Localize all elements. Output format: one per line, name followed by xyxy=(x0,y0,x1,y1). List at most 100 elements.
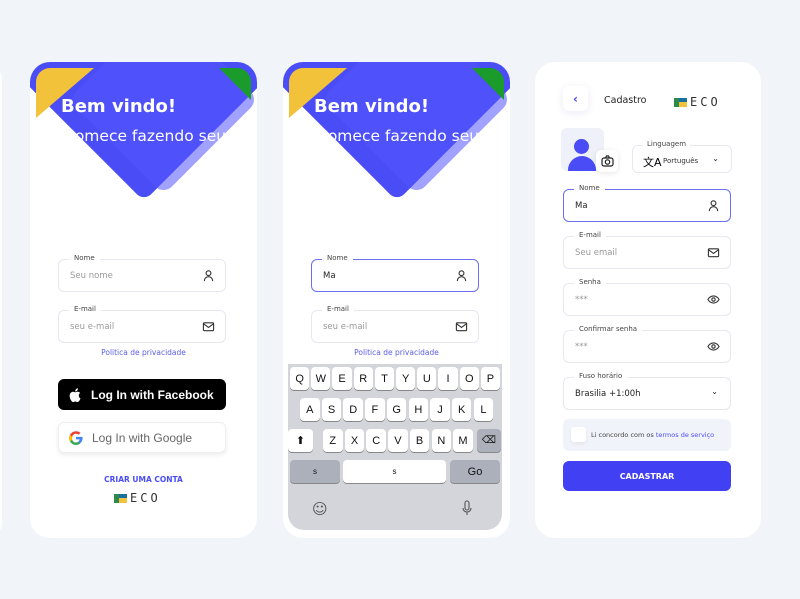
left-key[interactable]: s xyxy=(290,460,340,483)
confirm-password-label: Confirmar senha xyxy=(574,325,643,333)
chevron-down-icon: ⌄ xyxy=(712,154,719,163)
key-j[interactable]: J xyxy=(430,398,450,421)
key-x[interactable]: X xyxy=(344,429,365,452)
key-c[interactable]: C xyxy=(366,429,386,452)
password-field[interactable]: Senha *** xyxy=(563,278,731,316)
key-f[interactable]: F xyxy=(365,398,385,421)
mail-icon xyxy=(202,322,215,332)
terms-text: Li concordo com os xyxy=(591,431,656,439)
name-label: Nome xyxy=(322,254,353,262)
language-label: Linguagem xyxy=(643,140,691,148)
key-w[interactable]: W xyxy=(311,367,331,390)
space-key[interactable]: s xyxy=(343,460,446,483)
name-field[interactable]: Nome Ma xyxy=(311,254,479,292)
key-e[interactable]: E xyxy=(332,367,352,390)
email-label: E-mail xyxy=(69,305,101,313)
password-label: Senha xyxy=(574,278,606,286)
key-i[interactable]: I xyxy=(438,367,458,390)
user-icon xyxy=(203,270,214,282)
hero-banner: Bem vindo! Comece fazendo seu login xyxy=(283,62,510,242)
privacy-link[interactable]: Politica de privacidade xyxy=(30,348,257,357)
key-g[interactable]: G xyxy=(386,398,407,421)
welcome-subtitle: Comece fazendo seu login xyxy=(317,127,480,169)
name-label: Nome xyxy=(69,254,100,262)
name-field[interactable]: Nome Ma xyxy=(563,184,731,222)
facebook-login-label: Log In with Facebook xyxy=(91,387,214,402)
welcome-title: Bem vindo! xyxy=(61,96,177,117)
key-l[interactable]: L xyxy=(473,398,494,421)
key-s[interactable]: S xyxy=(321,398,342,421)
language-value: Português xyxy=(663,157,699,165)
name-value: Ma xyxy=(575,201,588,211)
name-label: Nome xyxy=(574,184,605,192)
key-k[interactable]: K xyxy=(451,398,472,421)
page-title: Cadastro xyxy=(604,95,647,106)
language-select[interactable]: Linguagem 文A Português ⌄ xyxy=(632,140,732,173)
email-field[interactable]: E-mail seu e-mail xyxy=(311,305,479,343)
key-r[interactable]: R xyxy=(353,367,373,390)
chevron-down-icon: ⌄ xyxy=(711,387,718,396)
submit-button[interactable]: CADASTRAR xyxy=(563,461,731,491)
apple-icon xyxy=(68,387,82,402)
user-icon xyxy=(456,270,467,282)
mail-icon xyxy=(455,322,468,332)
welcome-title: Bem vindo! xyxy=(314,96,430,117)
microphone-icon[interactable] xyxy=(462,500,472,516)
virtual-keyboard: ⬆ ⌫ s s Go ☺ QWERTYUIOP ASDFGHJKL ZXCVBNM xyxy=(288,364,502,530)
welcome-subtitle: Comece fazendo seu login xyxy=(64,127,227,169)
key-u[interactable]: U xyxy=(417,367,437,390)
email-placeholder: seu e-mail xyxy=(323,322,368,332)
email-field[interactable]: E-mail Seu email xyxy=(563,231,731,269)
key-q[interactable]: Q xyxy=(290,367,310,390)
terms-link[interactable]: termos de serviço xyxy=(656,431,714,439)
folder-icon xyxy=(114,493,127,503)
key-p[interactable]: P xyxy=(480,367,501,390)
signup-screen: ‹ Cadastro ECO Linguagem 文A Português ⌄ … xyxy=(535,62,761,538)
camera-icon xyxy=(600,155,614,167)
eco-logo: ECO xyxy=(114,491,161,505)
eco-logo: ECO xyxy=(674,95,721,109)
key-a[interactable]: A xyxy=(300,398,320,421)
timezone-select[interactable]: Fuso horário Brasilia +1:00h ⌄ xyxy=(563,372,731,410)
upload-photo-button[interactable] xyxy=(596,150,618,172)
key-b[interactable]: B xyxy=(409,429,430,452)
name-value: Ma xyxy=(323,271,336,281)
terms-row: Li concordo com os termos de serviço xyxy=(563,419,731,451)
folder-icon xyxy=(674,97,687,107)
backspace-icon: ⌫ xyxy=(481,435,497,446)
key-n[interactable]: N xyxy=(431,429,452,452)
key-o[interactable]: O xyxy=(459,367,479,390)
emoji-icon[interactable]: ☺ xyxy=(312,500,328,518)
email-label: E-mail xyxy=(322,305,354,313)
key-y[interactable]: Y xyxy=(396,367,416,390)
key-z[interactable]: Z xyxy=(323,429,343,452)
key-h[interactable]: H xyxy=(408,398,429,421)
key-v[interactable]: V xyxy=(388,429,408,452)
chevron-left-icon: ‹ xyxy=(573,91,578,106)
email-placeholder: seu e-mail xyxy=(70,322,115,332)
privacy-link[interactable]: Politica de privacidade xyxy=(283,348,510,357)
key-d[interactable]: D xyxy=(343,398,363,421)
confirm-password-value: *** xyxy=(575,342,588,352)
user-icon xyxy=(708,200,719,212)
go-key[interactable]: Go xyxy=(450,460,500,483)
create-account-link[interactable]: CRIAR UMA CONTA xyxy=(30,475,257,484)
facebook-login-button[interactable]: Log In with Facebook xyxy=(58,379,226,410)
backspace-key[interactable]: ⌫ xyxy=(477,429,501,452)
translate-icon: 文A xyxy=(643,156,662,169)
key-t[interactable]: T xyxy=(374,367,395,390)
eye-icon[interactable] xyxy=(707,293,720,306)
eye-icon[interactable] xyxy=(707,340,720,353)
login-typing-screen: Bem vindo! Comece fazendo seu login Nome… xyxy=(283,62,510,538)
timezone-value: Brasilia +1:00h xyxy=(575,389,641,399)
key-m[interactable]: M xyxy=(453,429,473,452)
google-login-button[interactable]: Log In with Google xyxy=(58,422,226,453)
name-field[interactable]: Nome Seu nome xyxy=(58,254,226,292)
confirm-password-field[interactable]: Confirmar senha *** xyxy=(563,325,731,363)
email-placeholder: Seu email xyxy=(575,248,618,258)
email-field[interactable]: E-mail seu e-mail xyxy=(58,305,226,343)
shift-key[interactable]: ⬆ xyxy=(288,429,313,452)
terms-checkbox[interactable] xyxy=(571,427,586,442)
password-value: *** xyxy=(575,295,588,305)
back-button[interactable]: ‹ xyxy=(563,86,588,111)
